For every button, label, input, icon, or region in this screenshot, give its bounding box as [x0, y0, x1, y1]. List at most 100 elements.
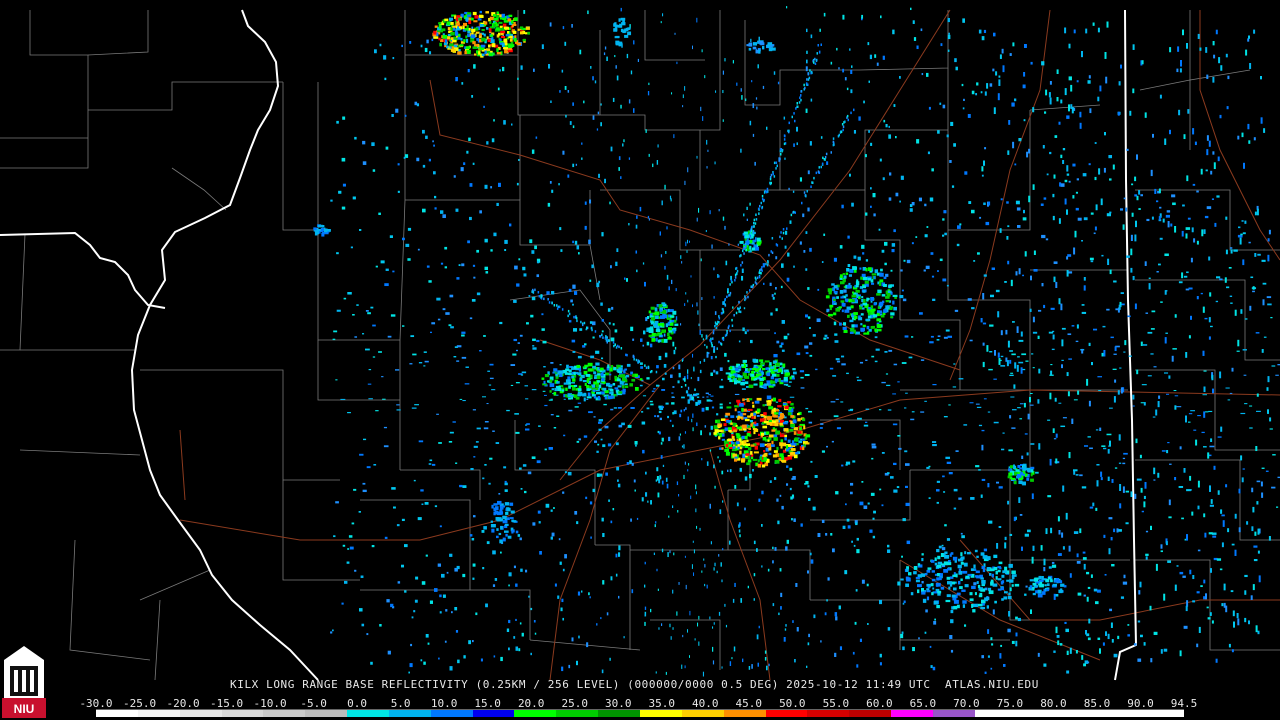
echo-pixel: [1164, 138, 1167, 145]
echo-pixel: [450, 31, 455, 36]
echo-pixel: [854, 621, 857, 625]
echo-pixel: [1002, 432, 1005, 434]
echo-pixel: [805, 434, 811, 438]
echo-pixel: [753, 221, 755, 225]
echo-pixel: [644, 621, 646, 626]
echo-pixel: [1187, 109, 1190, 114]
echo-pixel: [608, 395, 613, 400]
echo-pixel: [1043, 663, 1047, 667]
echo-pixel: [490, 520, 493, 523]
echo-pixel: [506, 517, 510, 521]
echo-pixel: [333, 330, 338, 333]
echo-pixel: [780, 439, 784, 443]
echo-pixel: [672, 505, 674, 509]
echo-pixel: [413, 479, 416, 482]
echo-pixel: [1062, 417, 1067, 419]
echo-pixel: [402, 325, 405, 327]
echo-pixel: [752, 242, 755, 245]
echo-pixel: [961, 535, 965, 539]
echo-pixel: [1069, 573, 1072, 578]
echo-pixel: [804, 345, 809, 349]
echo-pixel: [755, 368, 759, 372]
echo-pixel: [511, 519, 515, 522]
echo-pixel: [1048, 92, 1051, 98]
echo-pixel: [897, 435, 901, 437]
echo-pixel: [1190, 257, 1193, 263]
echo-pixel: [793, 431, 797, 435]
echo-pixel: [365, 310, 369, 312]
echo-pixel: [1176, 68, 1179, 73]
echo-pixel: [891, 243, 896, 247]
echo-pixel: [600, 617, 602, 620]
echo-pixel: [691, 418, 693, 423]
echo-pixel: [409, 363, 413, 365]
echo-pixel: [934, 618, 936, 621]
echo-pixel: [457, 51, 462, 55]
echo-pixel: [618, 167, 620, 171]
echo-pixel: [1052, 428, 1055, 433]
echo-pixel: [607, 443, 612, 447]
echo-pixel: [710, 395, 714, 397]
echo-pixel: [687, 299, 689, 303]
echo-pixel: [1118, 304, 1121, 310]
echo-pixel: [744, 418, 750, 422]
echo-pixel: [744, 242, 747, 246]
echo-pixel: [1068, 452, 1071, 459]
echo-pixel: [438, 24, 442, 29]
echo-pixel: [383, 55, 387, 60]
echo-pixel: [775, 287, 777, 290]
echo-pixel: [790, 451, 796, 455]
echo-pixel: [672, 589, 674, 594]
echo-pixel: [1056, 69, 1059, 74]
echo-pixel: [1125, 490, 1130, 493]
echo-pixel: [627, 424, 632, 428]
echo-pixel: [1203, 386, 1206, 393]
echo-pixel: [958, 497, 962, 500]
echo-pixel: [481, 530, 485, 533]
echo-pixel: [420, 659, 423, 662]
echo-pixel: [1058, 121, 1061, 125]
echo-pixel: [559, 561, 562, 565]
echo-pixel: [701, 458, 703, 461]
echo-pixel: [811, 181, 813, 184]
echo-pixel: [588, 239, 591, 245]
echo-pixel: [1132, 88, 1135, 94]
echo-pixel: [739, 310, 742, 314]
echo-pixel: [513, 636, 516, 639]
echo-pixel: [1158, 395, 1161, 399]
echo-pixel: [1011, 575, 1015, 580]
echo-pixel: [844, 309, 850, 313]
echo-pixel: [946, 134, 949, 138]
echo-pixel: [886, 306, 890, 309]
echo-pixel: [904, 450, 908, 453]
echo-pixel: [1185, 415, 1187, 423]
echo-pixel: [506, 507, 511, 512]
echo-pixel: [1130, 248, 1133, 256]
echo-pixel: [1120, 292, 1124, 295]
echo-pixel: [763, 282, 765, 285]
echo-pixel: [1016, 474, 1022, 478]
echo-pixel: [664, 265, 666, 270]
echo-pixel: [452, 39, 457, 43]
echo-pixel: [725, 443, 729, 448]
echo-pixel: [688, 463, 690, 466]
echo-pixel: [739, 306, 741, 309]
echo-pixel: [750, 38, 752, 43]
echo-pixel: [1225, 387, 1230, 389]
echo-pixel: [900, 269, 903, 272]
echo-pixel: [517, 77, 519, 80]
echo-pixel: [714, 161, 716, 165]
echo-pixel: [514, 413, 519, 415]
echo-pixel: [1028, 195, 1031, 203]
echo-pixel: [784, 628, 787, 631]
echo-pixel: [867, 315, 872, 319]
echo-pixel: [1134, 176, 1137, 182]
echo-pixel: [982, 342, 985, 346]
echo-pixel: [1123, 574, 1126, 579]
echo-pixel: [734, 485, 737, 489]
echo-pixel: [483, 427, 489, 430]
echo-pixel: [671, 92, 673, 95]
echo-pixel: [500, 30, 506, 34]
echo-pixel: [1143, 402, 1146, 406]
echo-pixel: [332, 629, 334, 632]
